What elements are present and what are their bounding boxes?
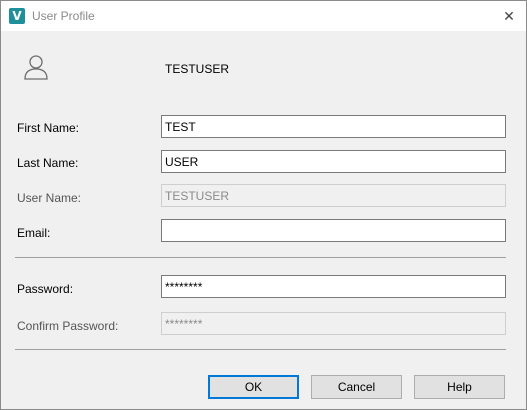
email-field[interactable] [161,219,506,242]
separator [15,257,506,258]
confirm-password-label: Confirm Password: [17,319,119,333]
cancel-button[interactable]: Cancel [311,375,402,399]
user-avatar-icon [24,55,48,80]
title-bar: V User Profile ✕ [1,1,526,31]
profile-username-heading: TESTUSER [165,62,230,76]
user-name-label: User Name: [17,191,82,205]
help-button[interactable]: Help [414,375,505,399]
separator [15,349,506,350]
close-icon[interactable]: ✕ [492,1,526,31]
ok-button[interactable]: OK [208,375,299,399]
confirm-password-field [161,312,506,335]
window-title: User Profile [32,9,95,23]
first-name-field[interactable] [161,115,506,138]
user-profile-dialog: V User Profile ✕ TESTUSER First Name: La… [0,0,527,410]
email-label: Email: [17,226,51,240]
first-name-label: First Name: [17,121,80,135]
last-name-label: Last Name: [17,156,79,170]
password-field[interactable] [161,275,506,298]
last-name-field[interactable] [161,150,506,173]
password-label: Password: [17,282,74,296]
app-logo-icon: V [9,8,25,24]
app-logo-letter: V [12,9,22,23]
user-name-field [161,184,506,207]
